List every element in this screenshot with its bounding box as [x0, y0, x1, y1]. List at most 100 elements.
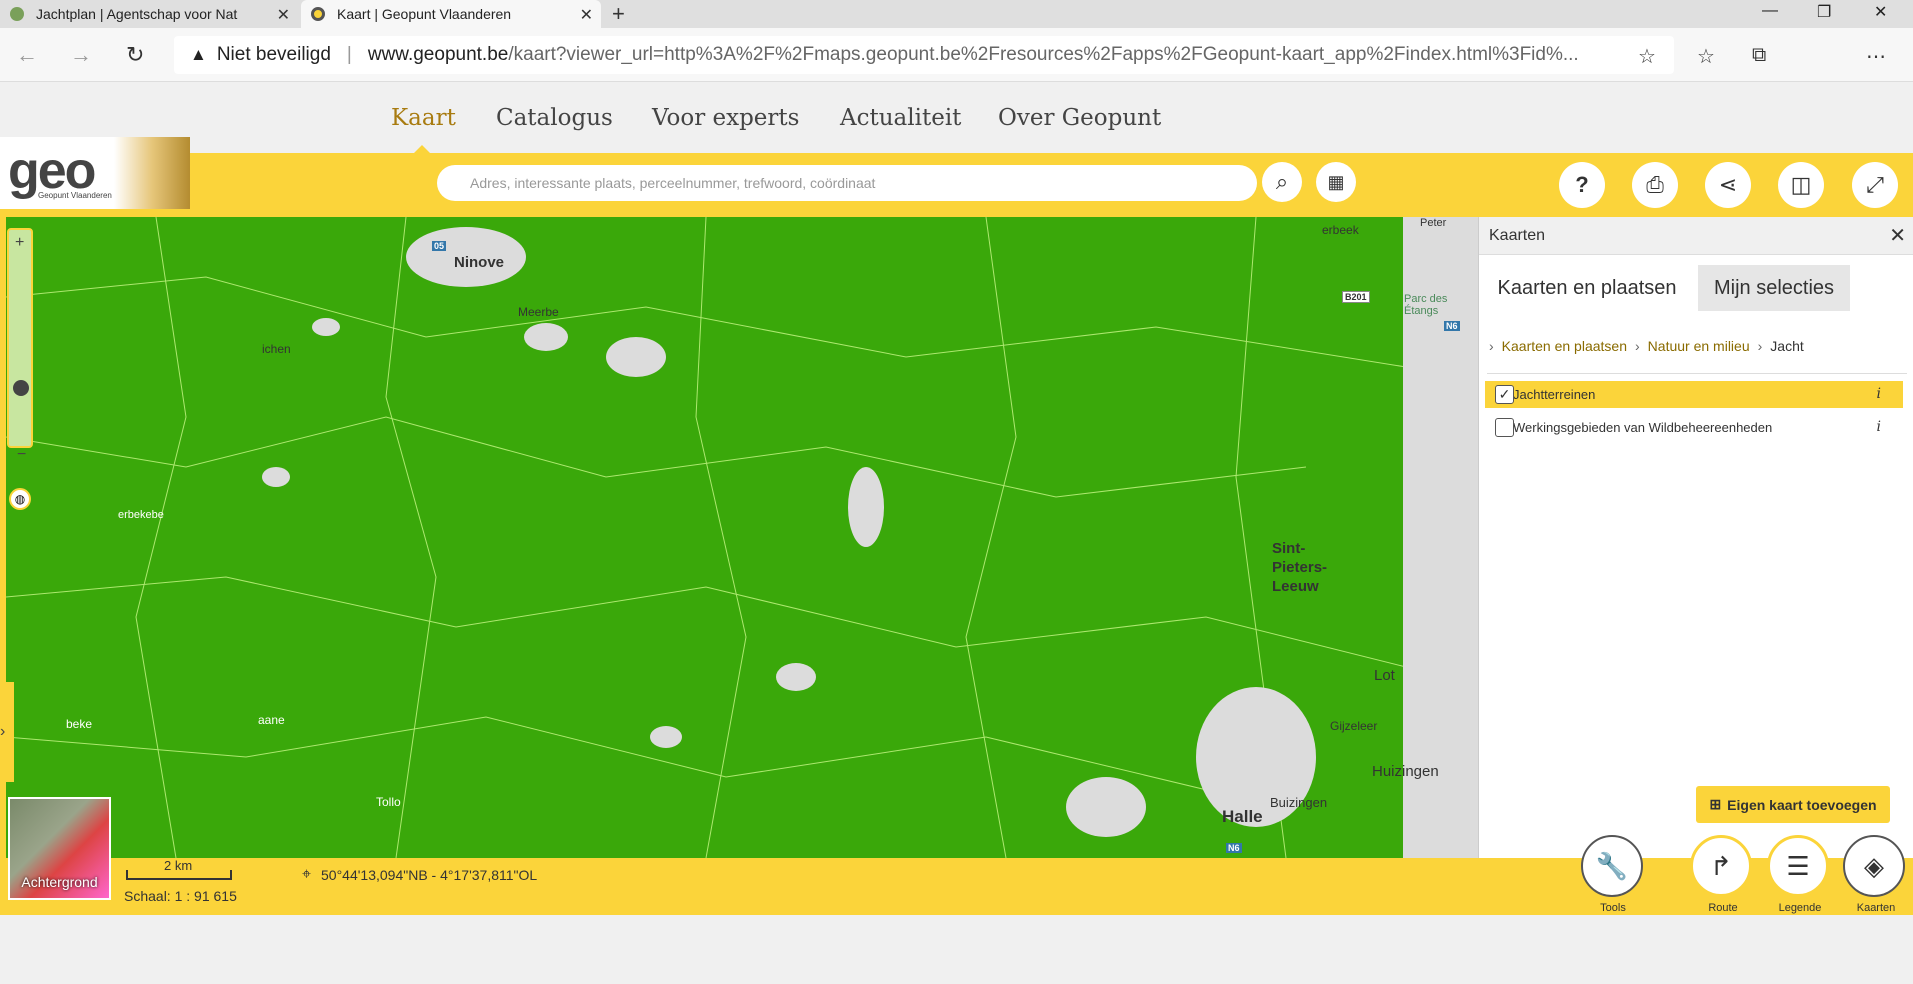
add-layer-icon: ⊞ — [1709, 796, 1722, 812]
info-icon[interactable]: i — [1877, 419, 1881, 435]
zoom-out-icon[interactable]: − — [17, 446, 26, 464]
geopunt-logo[interactable]: geo Geopunt Vlaanderen — [0, 137, 190, 209]
layer-checkbox-checked[interactable]: ✓ — [1495, 385, 1514, 404]
layer-item-jachtterreinen[interactable]: ✓ Jachtterreinen i — [1485, 381, 1903, 408]
search-placeholder: Adres, interessante plaats, perceelnumme… — [470, 175, 876, 191]
globe-icon[interactable]: ◍ — [9, 488, 31, 510]
wrench-icon[interactable]: 🔧 — [1581, 835, 1643, 897]
road-label: N6 — [1226, 843, 1242, 853]
fullscreen-icon[interactable]: ⤢ — [1852, 162, 1898, 208]
coordinate-text: 50°44'13,094"NB - 4°17'37,811"OL — [321, 867, 538, 883]
search-icon[interactable]: ⌕ — [1262, 162, 1302, 202]
tab-title: Kaart | Geopunt Vlaanderen — [337, 6, 512, 22]
browser-tab-strip: Jachtplan | Agentschap voor Nat ✕ Kaart … — [0, 0, 1913, 28]
print-icon[interactable]: ⎙ — [1632, 162, 1678, 208]
help-icon[interactable]: ? — [1559, 162, 1605, 208]
url-path: /kaart?viewer_url=http%3A%2F%2Fmaps.geop… — [508, 44, 1579, 65]
place-label: aane — [258, 713, 285, 727]
place-label: beke — [66, 717, 93, 731]
maps-panel: Kaarten ✕ Kaarten en plaatsen Mijn selec… — [1478, 217, 1913, 858]
place-label: Meerbe — [518, 305, 559, 319]
road-label: B201 — [1342, 291, 1370, 303]
browser-tab-jachtplan[interactable]: Jachtplan | Agentschap voor Nat ✕ — [0, 0, 298, 28]
minimize-icon[interactable]: — — [1762, 2, 1778, 20]
close-tab-icon[interactable]: ✕ — [580, 5, 593, 25]
layer-item-wildbeheereenheden[interactable]: Werkingsgebieden van Wildbeheereenheden … — [1485, 414, 1903, 441]
breadcrumb: › Kaarten en plaatsen › Natuur en milieu… — [1489, 338, 1804, 354]
nav-over-geopunt[interactable]: Over Geopunt — [998, 105, 1161, 131]
place-label: Halle — [1222, 807, 1263, 826]
browser-tab-geopunt[interactable]: Kaart | Geopunt Vlaanderen ✕ — [301, 0, 601, 28]
panel-header: Kaarten ✕ — [1479, 217, 1913, 255]
layer-checkbox[interactable] — [1495, 418, 1514, 437]
more-icon[interactable]: ⋯ — [1866, 44, 1886, 69]
nav-voor-experts[interactable]: Voor experts — [652, 105, 799, 131]
panel-title: Kaarten — [1489, 227, 1546, 244]
zoom-knob[interactable] — [13, 380, 29, 396]
url-field[interactable]: ▲ Niet beveiligd | www.geopunt.be/kaart?… — [174, 36, 1674, 74]
nav-catalogus[interactable]: Catalogus — [496, 105, 613, 131]
map-canvas[interactable]: Ninove Meerbe ichen Sint-Pieters-Leeuw L… — [6, 217, 1478, 858]
place-label: Parc des Étangs — [1404, 293, 1448, 317]
add-own-map-label: Eigen kaart toevoegen — [1727, 796, 1877, 813]
place-label: Peter — [1420, 217, 1447, 229]
forward-icon[interactable]: → — [70, 42, 92, 68]
add-own-map-button[interactable]: ⊞ Eigen kaart toevoegen — [1696, 786, 1890, 823]
maximize-icon[interactable]: ❐ — [1817, 2, 1831, 22]
breadcrumb-item[interactable]: Natuur en milieu — [1648, 338, 1750, 354]
zoom-in-icon[interactable]: + — [15, 234, 24, 252]
breadcrumb-item[interactable]: Kaarten en plaatsen — [1502, 338, 1627, 354]
add-favorite-icon[interactable]: ☆ — [1638, 44, 1656, 69]
tools-label: Tools — [1600, 902, 1626, 914]
place-label: Ninove — [454, 254, 505, 271]
nav-kaart[interactable]: Kaart — [391, 105, 456, 131]
nav-actualiteit[interactable]: Actualiteit — [840, 105, 961, 131]
legende-label: Legende — [1778, 902, 1822, 914]
divider — [1487, 373, 1907, 374]
warning-icon: ▲ — [190, 45, 207, 64]
tab-kaarten-en-plaatsen[interactable]: Kaarten en plaatsen — [1481, 265, 1693, 311]
list-icon[interactable]: ☰ — [1767, 835, 1829, 897]
breadcrumb-current: Jacht — [1770, 338, 1804, 354]
place-label: ichen — [262, 342, 291, 356]
layout-icon[interactable]: ▦ — [1316, 162, 1356, 202]
reload-icon[interactable]: ↻ — [126, 42, 144, 68]
close-tab-icon[interactable]: ✕ — [277, 5, 290, 25]
url-domain: www.geopunt.be — [367, 44, 509, 65]
frame-icon[interactable]: ◫ — [1778, 162, 1824, 208]
chevron-right-icon: › — [1489, 338, 1494, 354]
place-label: Tollo — [376, 795, 401, 809]
road-label: 05 — [432, 241, 447, 251]
place-label: erbekebe — [118, 509, 164, 521]
new-tab-icon[interactable]: + — [612, 1, 625, 27]
coordinate-readout: ⌖ 50°44'13,094"NB - 4°17'37,811"OL — [302, 866, 537, 884]
close-window-icon[interactable]: ✕ — [1874, 2, 1887, 22]
place-label: Lot — [1374, 667, 1395, 684]
place-label: Gijzeleer — [1330, 719, 1378, 733]
layers-icon[interactable]: ◈ — [1843, 835, 1905, 897]
search-input[interactable]: Adres, interessante plaats, perceelnumme… — [437, 165, 1257, 201]
close-icon[interactable]: ✕ — [1889, 223, 1906, 248]
route-label: Route — [1708, 902, 1738, 914]
background-label: Achtergrond — [21, 874, 98, 890]
info-icon[interactable]: i — [1877, 386, 1881, 402]
place-label: Buizingen — [1270, 795, 1328, 810]
tab-title: Jachtplan | Agentschap voor Nat — [36, 6, 238, 22]
collections-icon[interactable]: ⧉ — [1752, 44, 1766, 67]
favorites-icon[interactable]: ☆ — [1697, 44, 1715, 69]
tab-mijn-selecties[interactable]: Mijn selecties — [1698, 265, 1850, 311]
expand-left-panel-icon[interactable]: › — [0, 682, 14, 782]
route-icon[interactable]: ↱ — [1690, 835, 1752, 897]
back-icon[interactable]: ← — [16, 42, 38, 68]
logo-subtitle: Geopunt Vlaanderen — [38, 191, 112, 200]
background-selector[interactable]: Achtergrond — [8, 797, 111, 900]
place-label: erbeek — [1322, 223, 1359, 237]
layer-label: Jachtterreinen — [1513, 387, 1596, 402]
jachtterreinen-layer — [6, 217, 1407, 858]
scale-text: Schaal: 1 : 91 615 — [124, 888, 237, 904]
site-navigation: Kaart Catalogus Voor experts Actualiteit… — [0, 83, 1913, 154]
share-icon[interactable]: ⋖ — [1705, 162, 1751, 208]
page-footer-area — [0, 915, 1913, 984]
zoom-slider[interactable]: + − — [7, 228, 33, 463]
chevron-right-icon: › — [1635, 338, 1640, 354]
